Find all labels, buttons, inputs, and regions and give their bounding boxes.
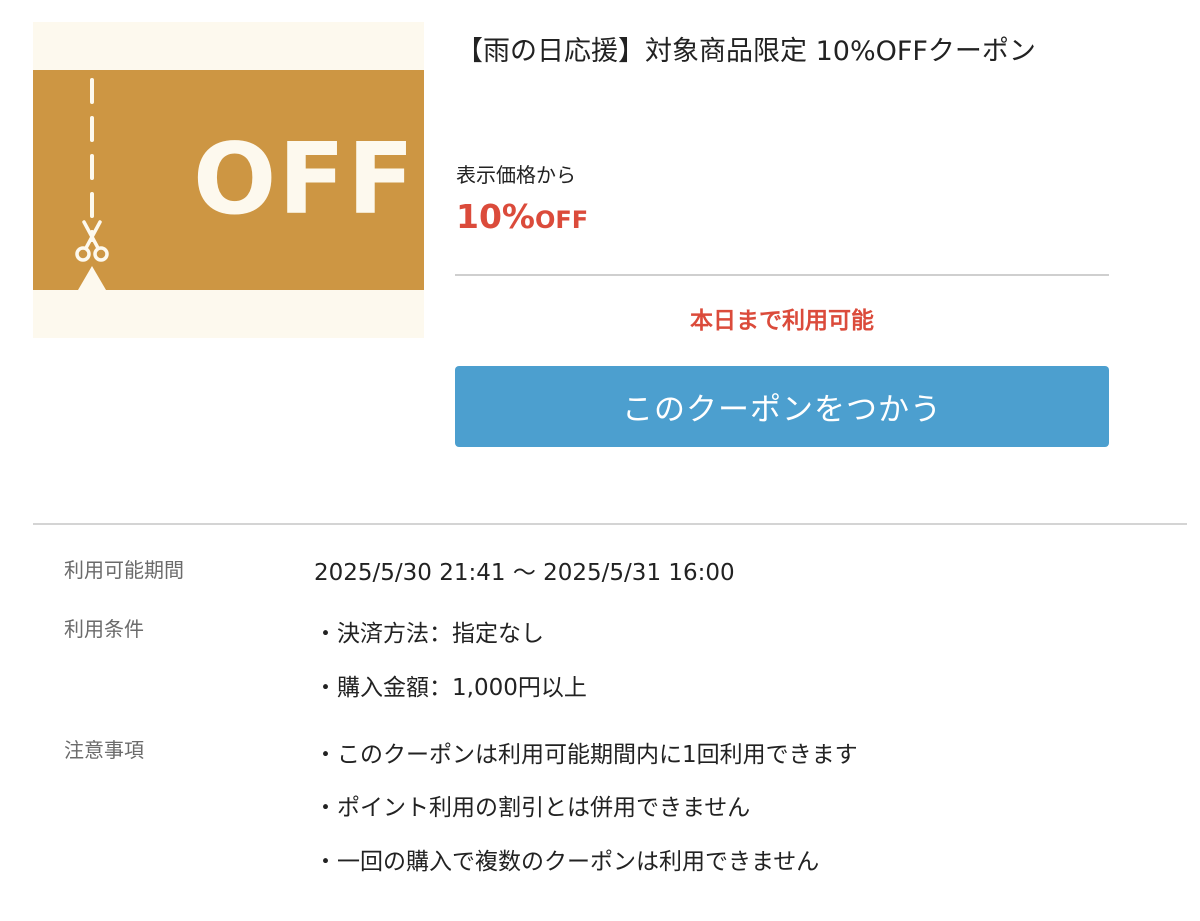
note-item-multiple: ・一回の購入で複数のクーポンは利用できません — [314, 849, 820, 875]
coupon-band: OFF — [33, 70, 424, 290]
availability-notice: 本日まで利用可能 — [690, 308, 874, 334]
coupon-title: 【雨の日応援】対象商品限定 10%OFFクーポン — [456, 36, 1036, 67]
notes-label: 注意事項 — [64, 738, 144, 762]
period-label: 利用可能期間 — [64, 558, 184, 582]
condition-item-amount: ・購入金額：1,000円以上 — [314, 675, 587, 701]
discount-value: 10% — [456, 197, 535, 236]
note-item-once: ・このクーポンは利用可能期間内に1回利用できます — [314, 742, 858, 768]
note-item-points: ・ポイント利用の割引とは併用できません — [314, 795, 751, 821]
section-divider — [33, 523, 1187, 525]
coupon-image: OFF — [33, 22, 424, 338]
period-value: 2025/5/30 21:41 〜 2025/5/31 16:00 — [314, 560, 735, 586]
divider — [455, 274, 1109, 276]
coupon-off-text: OFF — [193, 123, 417, 237]
conditions-label: 利用条件 — [64, 617, 144, 641]
coupon-notch — [78, 266, 106, 290]
discount-amount: 10%OFF — [456, 195, 588, 245]
condition-item-payment: ・決済方法：指定なし — [314, 621, 544, 647]
use-coupon-button[interactable]: このクーポンをつかう — [455, 366, 1109, 447]
discount-unit: OFF — [535, 206, 589, 234]
price-basis: 表示価格から — [456, 163, 576, 187]
